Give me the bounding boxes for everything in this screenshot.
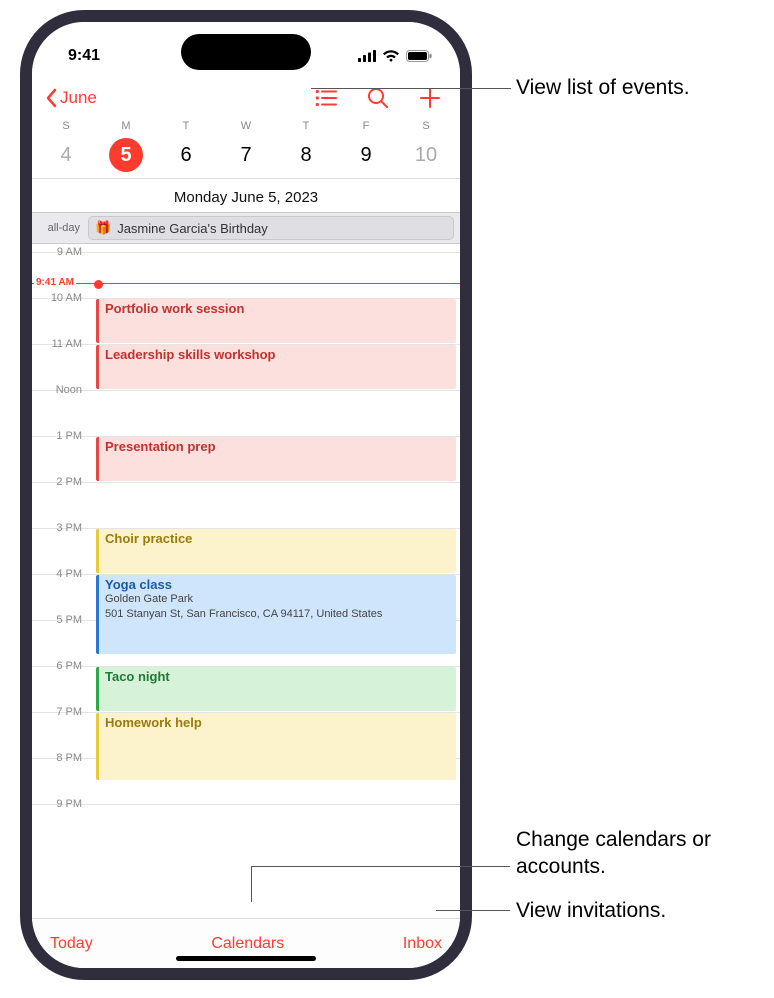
hour-row: Noon (32, 390, 460, 436)
callout-list-line (311, 88, 511, 89)
day-of-week-label: S (396, 120, 456, 132)
calendar-event[interactable]: Choir practice (96, 529, 456, 573)
callout-calendars: Change calendars or accounts. (516, 826, 774, 881)
event-title: Portfolio work session (105, 301, 450, 316)
now-dot (94, 280, 103, 289)
day-column[interactable]: F9 (336, 120, 396, 172)
allday-label: all-day (32, 222, 88, 234)
home-indicator (176, 956, 316, 961)
plus-icon (419, 87, 441, 109)
hour-row: 9 PM (32, 804, 460, 850)
wifi-icon (382, 50, 400, 62)
day-number: 7 (229, 138, 263, 172)
inbox-button[interactable]: Inbox (403, 935, 442, 953)
calendar-event[interactable]: Portfolio work session (96, 299, 456, 343)
status-time: 9:41 (68, 47, 100, 65)
gift-icon: 🎁 (95, 220, 111, 236)
list-view-button[interactable] (314, 86, 338, 110)
current-time-indicator: 9:41 AM (32, 283, 460, 284)
hour-label: 3 PM (32, 522, 90, 534)
week-header: S4M5T6W7T8F9S10 (32, 120, 460, 179)
back-button[interactable]: June (38, 84, 103, 112)
day-column[interactable]: T8 (276, 120, 336, 172)
hour-label: 7 PM (32, 706, 90, 718)
calendar-event[interactable]: Yoga classGolden Gate Park501 Stanyan St… (96, 575, 456, 654)
day-column[interactable]: M5 (96, 120, 156, 172)
day-of-week-label: W (216, 120, 276, 132)
event-location: Golden Gate Park (105, 593, 450, 607)
day-of-week-label: S (36, 120, 96, 132)
hour-label: 8 PM (32, 752, 90, 764)
chevron-left-icon (44, 88, 58, 108)
allday-row: all-day 🎁 Jasmine Garcia's Birthday (32, 212, 460, 244)
now-time-label: 9:41 AM (34, 277, 76, 288)
day-column[interactable]: S4 (36, 120, 96, 172)
day-column[interactable]: W7 (216, 120, 276, 172)
day-of-week-label: F (336, 120, 396, 132)
back-label: June (60, 88, 97, 108)
phone-frame: 9:41 June (20, 10, 472, 980)
hour-label: 9 AM (32, 246, 90, 258)
hour-row: 9 AM (32, 252, 460, 298)
hour-row: 2 PM (32, 482, 460, 528)
day-column[interactable]: T6 (156, 120, 216, 172)
hour-label: 11 AM (32, 338, 90, 350)
event-address: 501 Stanyan St, San Francisco, CA 94117,… (105, 608, 450, 622)
event-title: Choir practice (105, 531, 450, 546)
event-title: Yoga class (105, 577, 450, 592)
battery-icon (406, 50, 432, 62)
search-icon (367, 87, 389, 109)
calendar-event[interactable]: Homework help (96, 713, 456, 780)
search-button[interactable] (366, 86, 390, 110)
event-title: Presentation prep (105, 439, 450, 454)
list-icon (315, 89, 337, 107)
hour-label: 9 PM (32, 798, 90, 810)
hour-label: 2 PM (32, 476, 90, 488)
callout-cal-line-v (251, 866, 252, 902)
hour-label: 5 PM (32, 614, 90, 626)
date-heading: Monday June 5, 2023 (32, 179, 460, 212)
cellular-icon (358, 50, 376, 62)
callout-cal-line-h (251, 866, 510, 867)
day-number: 4 (49, 138, 83, 172)
callout-inbox: View invitations. (516, 897, 666, 924)
day-number: 9 (349, 138, 383, 172)
allday-event[interactable]: 🎁 Jasmine Garcia's Birthday (88, 216, 454, 240)
calendars-button[interactable]: Calendars (211, 935, 284, 953)
day-of-week-label: M (96, 120, 156, 132)
status-icons (358, 50, 432, 62)
nav-actions (314, 86, 450, 110)
callout-inbox-line (436, 910, 510, 911)
event-title: Homework help (105, 715, 450, 730)
allday-event-title: Jasmine Garcia's Birthday (117, 221, 268, 236)
day-number: 10 (409, 138, 443, 172)
timeline[interactable]: 9 AM10 AM11 AMNoon1 PM2 PM3 PM4 PM5 PM6 … (32, 244, 460, 918)
day-of-week-label: T (276, 120, 336, 132)
day-number: 8 (289, 138, 323, 172)
calendar-event[interactable]: Leadership skills workshop (96, 345, 456, 389)
calendar-event[interactable]: Taco night (96, 667, 456, 711)
hour-label: 1 PM (32, 430, 90, 442)
add-event-button[interactable] (418, 86, 442, 110)
day-column[interactable]: S 10 (396, 120, 456, 172)
day-number: 6 (169, 138, 203, 172)
day-of-week-label: T (156, 120, 216, 132)
today-button[interactable]: Today (50, 935, 93, 953)
callout-list: View list of events. (516, 74, 690, 101)
nav-bar: June (32, 76, 460, 120)
event-title: Taco night (105, 669, 450, 684)
notch (181, 34, 311, 70)
hour-label: 4 PM (32, 568, 90, 580)
hour-label: Noon (32, 384, 90, 396)
calendar-event[interactable]: Presentation prep (96, 437, 456, 481)
hour-label: 10 AM (32, 292, 90, 304)
screen: 9:41 June (32, 22, 460, 968)
event-title: Leadership skills workshop (105, 347, 450, 362)
hour-label: 6 PM (32, 660, 90, 672)
day-number: 5 (109, 138, 143, 172)
